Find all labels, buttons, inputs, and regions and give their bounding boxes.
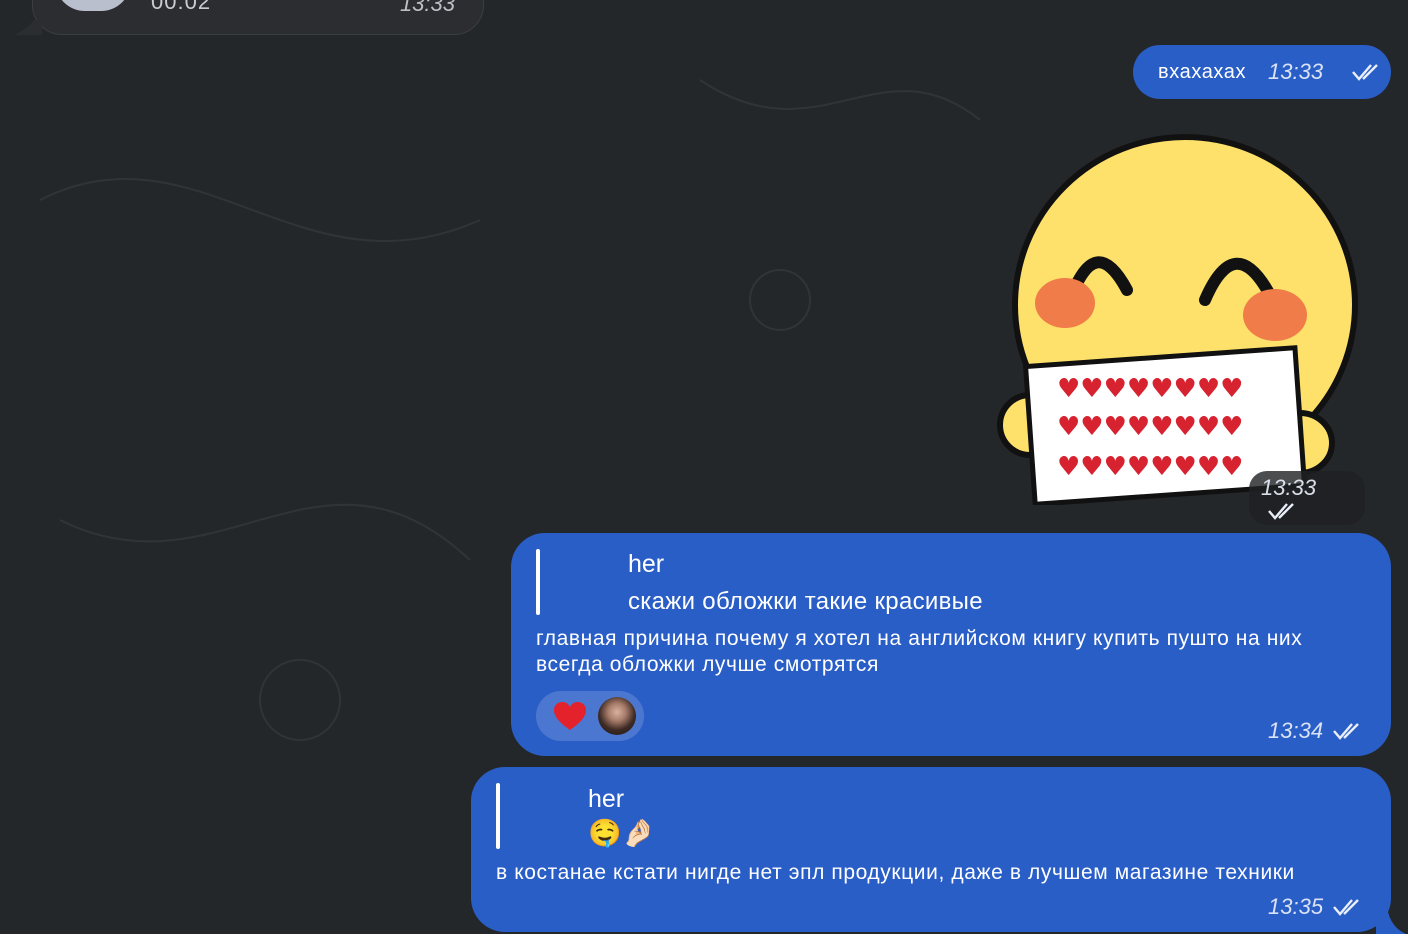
reply-author: her	[588, 785, 625, 813]
double-check-icon	[1352, 64, 1378, 81]
reply-text: 🤤🤌🏻	[588, 818, 656, 848]
sticker-message[interactable]: ♥♥♥♥♥♥♥♥ ♥♥♥♥♥♥♥♥ ♥♥♥♥♥♥♥♥ 13:33	[995, 125, 1365, 525]
reaction-pill[interactable]	[536, 691, 644, 741]
svg-text:♥♥♥♥♥♥♥♥: ♥♥♥♥♥♥♥♥	[1057, 412, 1243, 442]
incoming-bubble-tail	[14, 20, 42, 35]
message-time: 13:34	[1268, 718, 1324, 743]
message-text: вхахахах	[1158, 61, 1247, 83]
outgoing-reply-message[interactable]: her скажи обложки такие красивые главная…	[511, 533, 1391, 756]
reactor-avatar	[598, 697, 636, 735]
reply-text: скажи обложки такие красивые	[628, 588, 983, 615]
voice-duration: 00:02	[151, 0, 212, 14]
sticker-time-badge: 13:33	[1249, 471, 1365, 525]
double-check-icon	[1333, 899, 1359, 916]
svg-text:♥♥♥♥♥♥♥♥: ♥♥♥♥♥♥♥♥	[1057, 452, 1243, 482]
double-check-icon	[1268, 503, 1294, 520]
message-time: 13:35	[1268, 894, 1324, 919]
reply-preview[interactable]: her скажи обложки такие красивые	[536, 543, 1356, 623]
outgoing-reply-message[interactable]: her 🤤🤌🏻 в костанае кстати нигде нет эпл …	[471, 767, 1391, 932]
outgoing-message-short[interactable]: вхахахах 13:33	[1133, 45, 1391, 99]
message-text-line: главная причина почему я хотел на англий…	[536, 627, 1303, 650]
svg-text:♥♥♥♥♥♥♥♥: ♥♥♥♥♥♥♥♥	[1057, 374, 1243, 404]
voice-play-button[interactable]	[55, 0, 131, 11]
reply-author: her	[628, 550, 665, 578]
message-time: 13:33	[1268, 59, 1324, 84]
message-time: 13:33	[1261, 475, 1317, 500]
message-time: 13:33	[399, 0, 455, 16]
outgoing-bubble-tail	[1376, 912, 1406, 934]
incoming-voice-message[interactable]: 00:02 13:33	[32, 0, 484, 35]
message-text-line: всегда обложки лучше смотрятся	[536, 653, 879, 676]
double-check-icon	[1333, 723, 1359, 740]
blushing-emoji-sticker: ♥♥♥♥♥♥♥♥ ♥♥♥♥♥♥♥♥ ♥♥♥♥♥♥♥♥	[997, 134, 1358, 507]
message-text: в костанае кстати нигде нет эпл продукци…	[496, 861, 1295, 884]
reply-preview[interactable]: her 🤤🤌🏻	[496, 777, 1356, 857]
heart-reaction-icon	[554, 702, 586, 730]
